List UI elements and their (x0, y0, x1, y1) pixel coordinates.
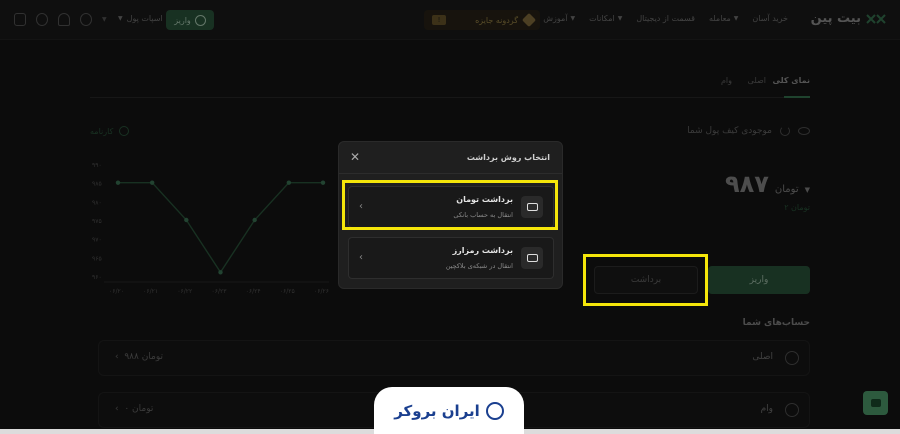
highlight-withdraw-button (583, 254, 708, 306)
watermark-logo: ایران بروکر (374, 387, 524, 434)
watermark-text: ایران بروکر (394, 401, 480, 420)
option-title: برداشت رمزارز (452, 246, 513, 255)
highlight-withdraw-toman-option (342, 180, 558, 230)
modal-divider (339, 173, 562, 174)
support-chat-button[interactable] (863, 391, 888, 415)
option-subtitle: انتقال در شبکه‌ی بلاکچین (445, 262, 513, 270)
crypto-wallet-icon (521, 247, 543, 269)
chevron-left-icon: ‹ (359, 252, 363, 263)
page: بیت پین خرید آسان معامله ▼ قسمت از دیجیتا… (0, 0, 900, 434)
chat-icon (870, 399, 881, 407)
modal-title: انتخاب روش برداشت (466, 153, 550, 162)
close-icon[interactable]: ✕ (349, 151, 361, 163)
option-withdraw-crypto[interactable]: برداشت رمزارز انتقال در شبکه‌ی بلاکچین ‹ (348, 237, 554, 279)
watermark-icon (485, 401, 504, 420)
